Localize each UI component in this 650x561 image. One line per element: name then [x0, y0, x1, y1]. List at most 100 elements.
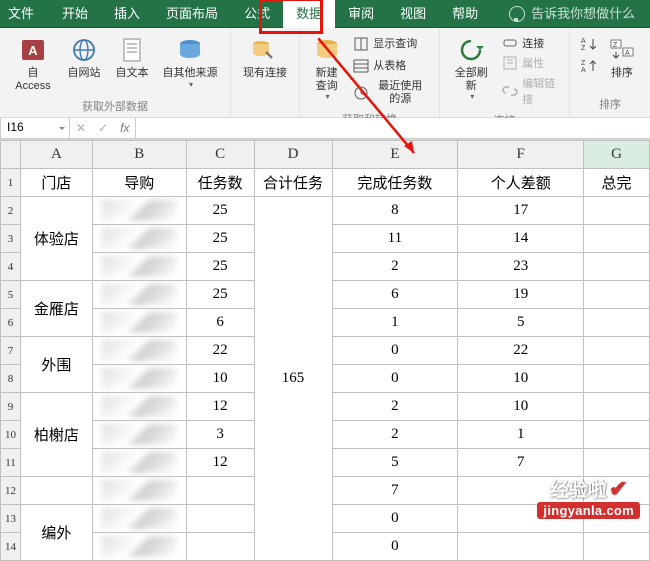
- cell[interactable]: 22: [458, 337, 584, 365]
- connections-button[interactable]: 连接: [498, 34, 561, 52]
- cell[interactable]: 5: [332, 449, 458, 477]
- col-header-A[interactable]: A: [20, 141, 92, 169]
- cell[interactable]: [584, 281, 650, 309]
- cell[interactable]: 导购: [92, 169, 186, 197]
- cell[interactable]: 165: [254, 197, 332, 561]
- cell[interactable]: [92, 281, 186, 309]
- cell[interactable]: 10: [186, 365, 254, 393]
- cell[interactable]: [92, 337, 186, 365]
- row-header[interactable]: 7: [1, 337, 21, 365]
- cell[interactable]: [584, 337, 650, 365]
- row-header[interactable]: 5: [1, 281, 21, 309]
- cell[interactable]: 25: [186, 281, 254, 309]
- cell[interactable]: [584, 421, 650, 449]
- cell[interactable]: [458, 533, 584, 561]
- cell[interactable]: 体验店: [20, 197, 92, 281]
- cell[interactable]: 7: [458, 449, 584, 477]
- cell[interactable]: [92, 253, 186, 281]
- select-all-corner[interactable]: [1, 141, 21, 169]
- tab-layout[interactable]: 页面布局: [153, 0, 231, 28]
- cell[interactable]: 2: [332, 253, 458, 281]
- sort-button[interactable]: ZA 排序: [602, 34, 642, 82]
- tab-view[interactable]: 视图: [387, 0, 439, 28]
- refresh-all-button[interactable]: 全部刷新▾: [448, 34, 494, 103]
- formula-input[interactable]: [136, 118, 650, 139]
- row-header[interactable]: 2: [1, 197, 21, 225]
- cell[interactable]: 门店: [20, 169, 92, 197]
- row-header[interactable]: 12: [1, 477, 21, 505]
- col-header-F[interactable]: F: [458, 141, 584, 169]
- sort-desc-button[interactable]: ZA: [578, 56, 598, 76]
- cell[interactable]: [92, 533, 186, 561]
- from-other-button[interactable]: 自其他来源▾: [158, 34, 222, 91]
- existing-conn-button[interactable]: 现有连接: [239, 34, 291, 82]
- cell[interactable]: 5: [458, 309, 584, 337]
- cell[interactable]: [92, 197, 186, 225]
- tab-file[interactable]: 文件: [0, 0, 49, 28]
- tab-data[interactable]: 数据: [283, 0, 335, 28]
- cell[interactable]: 8: [332, 197, 458, 225]
- cell[interactable]: [584, 449, 650, 477]
- col-header-B[interactable]: B: [92, 141, 186, 169]
- tab-insert[interactable]: 插入: [101, 0, 153, 28]
- from-access-button[interactable]: A 自 Access: [8, 34, 58, 94]
- cell[interactable]: 0: [332, 505, 458, 533]
- cell[interactable]: 柏榭店: [20, 393, 92, 477]
- from-web-button[interactable]: 自网站: [62, 34, 106, 82]
- cell[interactable]: [92, 505, 186, 533]
- cell[interactable]: [92, 365, 186, 393]
- cell[interactable]: 总完: [584, 169, 650, 197]
- from-table-button[interactable]: 从表格: [349, 56, 431, 76]
- row-header[interactable]: 10: [1, 421, 21, 449]
- cell[interactable]: 14: [458, 225, 584, 253]
- row-header[interactable]: 6: [1, 309, 21, 337]
- cell[interactable]: 2: [332, 421, 458, 449]
- cell[interactable]: 金雁店: [20, 281, 92, 337]
- cell[interactable]: 12: [186, 449, 254, 477]
- cell[interactable]: [584, 533, 650, 561]
- cell[interactable]: [92, 393, 186, 421]
- cell[interactable]: 0: [332, 337, 458, 365]
- from-text-button[interactable]: 自文本: [110, 34, 154, 82]
- tab-formulas[interactable]: 公式: [231, 0, 283, 28]
- cell[interactable]: 23: [458, 253, 584, 281]
- cell[interactable]: 6: [332, 281, 458, 309]
- cell[interactable]: 2: [332, 393, 458, 421]
- row-header[interactable]: 13: [1, 505, 21, 533]
- cell[interactable]: 合计任务: [254, 169, 332, 197]
- cell[interactable]: 1: [332, 309, 458, 337]
- cell[interactable]: [584, 225, 650, 253]
- row-header[interactable]: 8: [1, 365, 21, 393]
- cell[interactable]: [584, 309, 650, 337]
- row-header[interactable]: 4: [1, 253, 21, 281]
- cell[interactable]: [584, 393, 650, 421]
- cell[interactable]: 25: [186, 253, 254, 281]
- cell[interactable]: [584, 197, 650, 225]
- cell[interactable]: 外围: [20, 337, 92, 393]
- cell[interactable]: 11: [332, 225, 458, 253]
- row-header[interactable]: 1: [1, 169, 21, 197]
- row-header[interactable]: 14: [1, 533, 21, 561]
- cell[interactable]: 22: [186, 337, 254, 365]
- col-header-G[interactable]: G: [584, 141, 650, 169]
- cell[interactable]: 7: [332, 477, 458, 505]
- tab-help[interactable]: 帮助: [439, 0, 491, 28]
- cell[interactable]: 10: [458, 365, 584, 393]
- fx-cancel-icon[interactable]: ✕: [70, 121, 92, 135]
- cell[interactable]: [584, 253, 650, 281]
- cell[interactable]: 19: [458, 281, 584, 309]
- col-header-E[interactable]: E: [332, 141, 458, 169]
- cell[interactable]: 25: [186, 225, 254, 253]
- cell[interactable]: 12: [186, 393, 254, 421]
- cell[interactable]: 3: [186, 421, 254, 449]
- cell[interactable]: [92, 309, 186, 337]
- cell[interactable]: [92, 477, 186, 505]
- cell[interactable]: [186, 533, 254, 561]
- show-queries-button[interactable]: 显示查询: [349, 34, 431, 54]
- name-box[interactable]: I16: [0, 118, 70, 139]
- tab-review[interactable]: 审阅: [335, 0, 387, 28]
- cell[interactable]: 1: [458, 421, 584, 449]
- col-header-C[interactable]: C: [186, 141, 254, 169]
- cell[interactable]: [92, 225, 186, 253]
- cell[interactable]: 25: [186, 197, 254, 225]
